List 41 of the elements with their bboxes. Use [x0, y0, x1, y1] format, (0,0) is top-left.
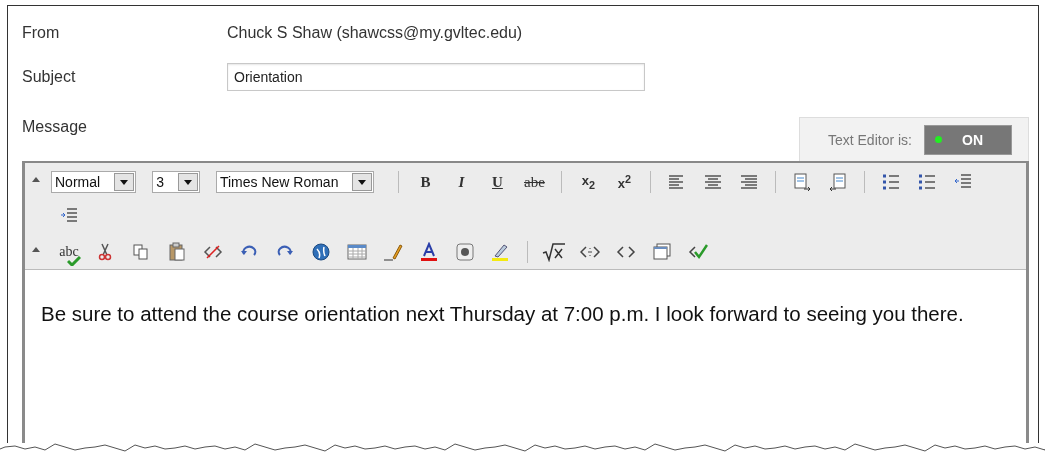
subject-field[interactable]: Orientation: [227, 63, 645, 91]
text-editor-switch[interactable]: ON: [924, 124, 1012, 155]
check-icon: [67, 256, 82, 266]
underline-button[interactable]: U: [479, 169, 516, 195]
collapse-icon[interactable]: [32, 177, 40, 182]
spellcheck-button[interactable]: abc: [51, 239, 87, 265]
square-root-icon: [542, 242, 566, 262]
dropdown-arrow-icon: [183, 179, 192, 185]
superscript-button[interactable]: x$^{2}$: [606, 169, 643, 195]
toolbar-dropdown[interactable]: Times New Roman: [215, 171, 375, 193]
document-arrow-icon: [828, 172, 849, 192]
clipboard-icon: [167, 242, 187, 262]
copy-icon: [131, 242, 151, 262]
subject-label: Subject: [22, 68, 77, 86]
toolbar-dropdown[interactable]: 3: [152, 171, 200, 193]
bold-button[interactable]: B: [407, 169, 444, 195]
align-center-icon: [703, 172, 724, 192]
document-arrow-icon: [792, 172, 813, 192]
toolbar-dropdown[interactable]: Normal: [51, 171, 137, 193]
bullet-list-icon: [917, 172, 938, 192]
media-icon: [455, 242, 475, 262]
message-body[interactable]: Be sure to attend the course orientation next Thursday at 7:00 p.m. I look forward to seeing you there.: [25, 269, 1026, 443]
dropdown-arrow-icon: [120, 179, 129, 185]
numbered-list-icon: [881, 172, 902, 192]
text-editor-label: Text Editor is:: [827, 131, 912, 148]
sender-name: Chuck S Shaw (shawcss@my.gvltec.edu): [227, 24, 524, 42]
subscript-button[interactable]: x$_{2}$: [570, 169, 607, 195]
globe-icon: [311, 242, 331, 262]
table-icon: [347, 242, 367, 262]
dropdown-arrow-icon: [358, 179, 367, 185]
pencil-icon: [383, 242, 403, 262]
collapse-icon[interactable]: [32, 247, 40, 252]
window-icon: [652, 242, 672, 262]
message-text: Be sure to attend the course orientation next Thursday at 7:00 p.m. I look forward to seeing you there.: [41, 301, 965, 327]
highlighter-icon: [491, 242, 511, 262]
font-color-icon: [419, 242, 439, 262]
message-label: Message: [22, 118, 87, 136]
italic-button[interactable]: I: [443, 169, 480, 195]
from-label: From: [22, 24, 61, 42]
strikethrough-button[interactable]: abe: [515, 169, 554, 195]
align-right-icon: [739, 172, 760, 192]
